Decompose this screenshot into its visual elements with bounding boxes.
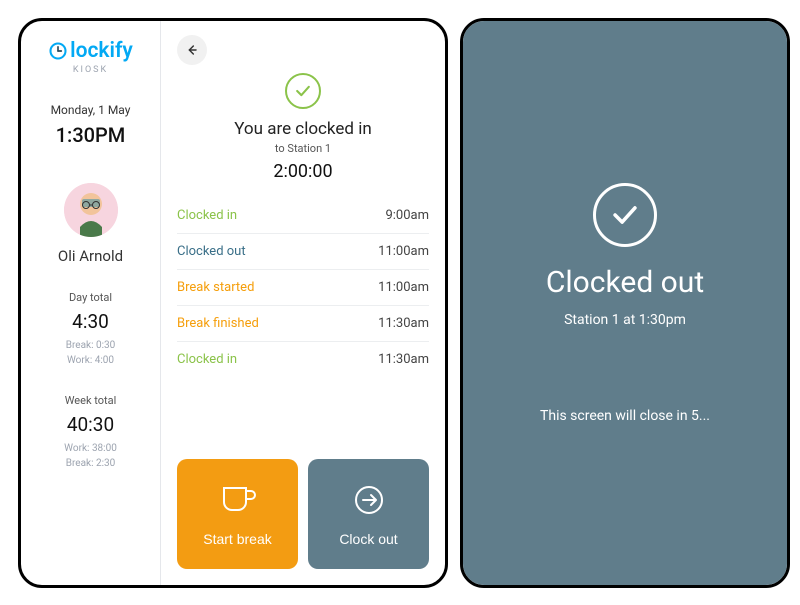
kiosk-main-screen: lockify KIOSK Monday, 1 May 1:30PM Oli A… [18,18,448,588]
status-timer: 2:00:00 [177,161,429,182]
user-name: Oli Arnold [58,247,123,265]
week-total-work: Work: 38:00 [64,441,117,456]
confirmation-subtitle: Station 1 at 1:30pm [564,312,686,328]
log-time: 11:00am [378,280,429,295]
arrow-left-icon [184,42,200,58]
log-label: Clocked in [177,352,237,367]
log-label: Break started [177,280,254,295]
check-circle-icon [593,183,657,247]
confirmation-panel: Clocked out Station 1 at 1:30pm This scr… [463,21,787,585]
current-time: 1:30PM [56,123,126,147]
clock-out-label: Clock out [339,531,397,547]
brand-name: lockify [70,39,133,63]
start-break-label: Start break [203,531,271,547]
week-total-block: Week total 40:30 Work: 38:00 Break: 2:30 [64,368,117,471]
current-date: Monday, 1 May [51,103,131,117]
status-subtitle: to Station 1 [177,142,429,155]
brand-logo: lockify KIOSK [48,39,133,75]
week-total-label: Week total [64,394,117,407]
day-total-break: Break: 0:30 [66,338,116,353]
clock-icon [48,41,68,61]
week-total-value: 40:30 [64,413,117,436]
action-row: Start break Clock out [177,459,429,569]
status-block: You are clocked in to Station 1 2:00:00 [177,73,429,182]
back-button[interactable] [177,35,207,65]
log-time: 11:00am [378,244,429,259]
log-label: Clocked out [177,244,246,259]
log-row: Break finished 11:30am [177,306,429,342]
status-title: You are clocked in [177,119,429,139]
confirmation-countdown: This screen will close in 5... [540,408,710,424]
sidebar: lockify KIOSK Monday, 1 May 1:30PM Oli A… [21,21,161,585]
avatar [64,183,118,237]
check-circle-icon [285,73,321,109]
day-total-label: Day total [66,291,116,304]
main-panel: You are clocked in to Station 1 2:00:00 … [161,21,445,585]
start-break-button[interactable]: Start break [177,459,298,569]
log-row: Clocked in 9:00am [177,198,429,234]
day-total-block: Day total 4:30 Break: 0:30 Work: 4:00 [66,265,116,368]
kiosk-confirmation-screen: Clocked out Station 1 at 1:30pm This scr… [460,18,790,588]
log-time: 11:30am [378,352,429,367]
week-total-break: Break: 2:30 [64,456,117,471]
log-row: Clocked out 11:00am [177,234,429,270]
clock-out-button[interactable]: Clock out [308,459,429,569]
log-row: Break started 11:00am [177,270,429,306]
exit-icon [351,482,387,521]
log-label: Clocked in [177,208,237,223]
cup-icon [218,482,258,521]
day-total-value: 4:30 [66,310,116,333]
log-label: Break finished [177,316,259,331]
brand-kiosk-label: KIOSK [73,65,108,75]
log-time: 9:00am [385,208,429,223]
activity-log: Clocked in9:00amClocked out11:00amBreak … [177,198,429,377]
log-row: Clocked in 11:30am [177,342,429,377]
day-total-work: Work: 4:00 [66,353,116,368]
confirmation-title: Clocked out [546,265,704,300]
log-time: 11:30am [378,316,429,331]
